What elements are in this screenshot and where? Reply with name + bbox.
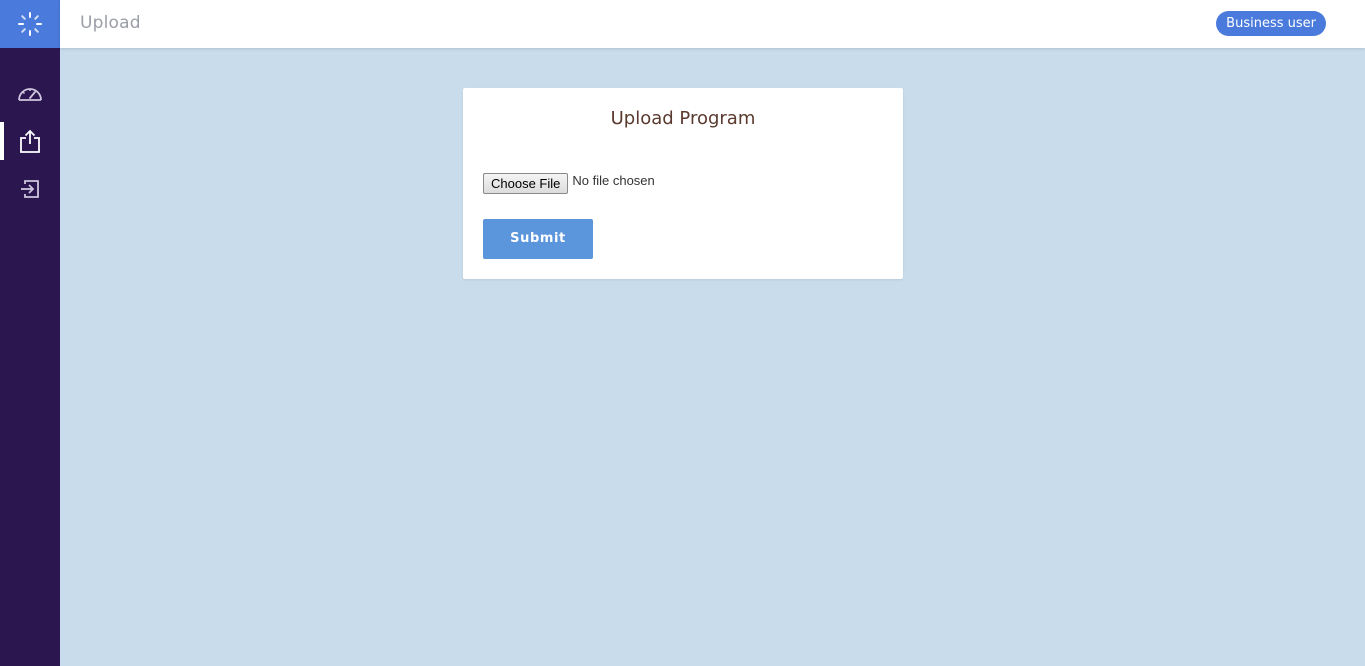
submit-button[interactable]: Submit: [483, 219, 593, 259]
spinner-logo-icon: [18, 12, 42, 36]
sign-in-icon: [21, 180, 39, 198]
sidebar-item-dashboard[interactable]: [0, 74, 60, 112]
sidebar: [0, 0, 60, 666]
top-bar: Upload Business user: [60, 0, 1365, 48]
file-status-text: No file chosen: [572, 172, 655, 188]
choose-file-button[interactable]: Choose File: [483, 172, 569, 194]
upload-card-title: Upload Program: [610, 108, 756, 129]
sidebar-item-signin[interactable]: [0, 170, 60, 208]
dashboard-gauge-icon: [18, 88, 42, 101]
user-role-badge[interactable]: Business user: [1216, 11, 1326, 36]
file-input: Choose File No file chosen: [483, 172, 655, 194]
page-title: Upload: [80, 13, 141, 33]
app-logo[interactable]: [0, 0, 60, 48]
upload-icon: [20, 129, 40, 153]
sidebar-item-upload[interactable]: [0, 122, 60, 160]
upload-card: Upload Program Choose File No file chose…: [463, 88, 903, 279]
